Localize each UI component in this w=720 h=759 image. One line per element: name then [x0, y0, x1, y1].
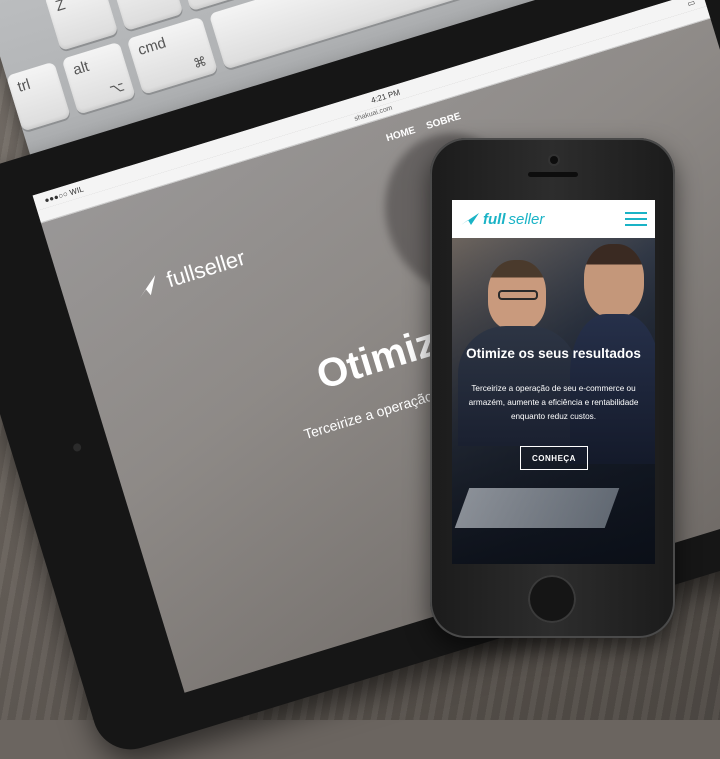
phone-device: full seller Otimize os seus resultados Te…	[430, 138, 675, 638]
home-button[interactable]	[528, 575, 576, 623]
tablet-nav-home[interactable]: HOME	[385, 125, 417, 144]
key-cmd: cmd ⌘	[126, 16, 219, 95]
battery-icon: ▭	[686, 0, 697, 8]
paper-plane-icon	[139, 275, 156, 299]
hero-text: Terceirize a operação de seu e-commerce …	[468, 384, 639, 421]
key-alt: alt ⌥	[61, 41, 136, 115]
phone-speaker	[528, 172, 578, 177]
hero-section: Otimize os seus resultados Terceirize a …	[452, 238, 655, 564]
hero-title: Otimize os seus resultados	[466, 346, 641, 361]
option-symbol: ⌥	[107, 78, 127, 98]
paper-plane-icon	[461, 213, 479, 225]
phone-camera	[550, 156, 558, 164]
man-right-head	[584, 244, 644, 318]
menu-icon[interactable]	[625, 212, 647, 226]
conheca-button[interactable]: CONHEÇA	[520, 446, 588, 470]
tablet-on-table	[454, 488, 620, 528]
tablet-nav-sobre[interactable]: SOBRE	[425, 111, 462, 132]
tablet-camera	[72, 442, 83, 453]
app-header: full seller	[452, 200, 655, 238]
tablet-logo: fullseller	[131, 245, 248, 303]
logo-full: full	[483, 210, 506, 228]
phone-screen: full seller Otimize os seus resultados Te…	[452, 200, 655, 564]
brand-logo[interactable]: full seller	[460, 211, 544, 228]
key-z: Z	[44, 0, 119, 51]
command-symbol: ⌘	[191, 53, 209, 72]
glasses-shape	[498, 290, 538, 300]
logo-seller: seller	[508, 210, 545, 228]
